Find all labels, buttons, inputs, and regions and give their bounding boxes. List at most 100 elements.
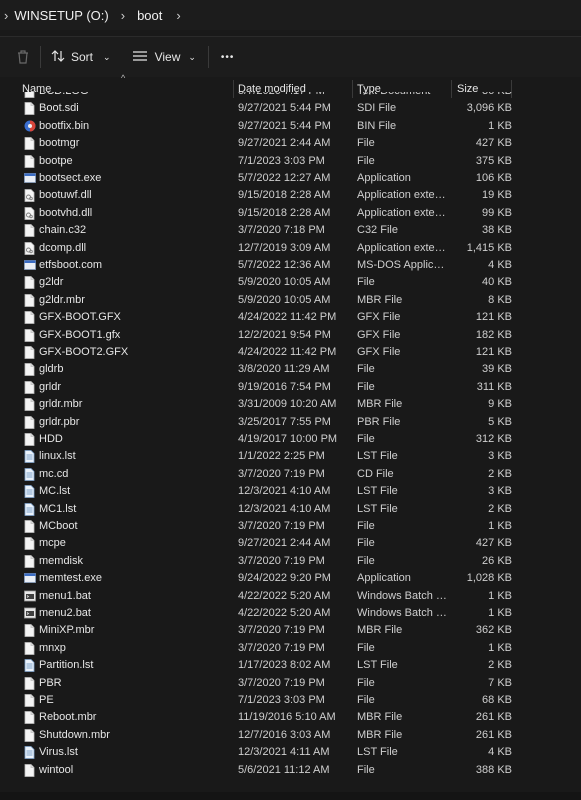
file-type: Application exten... (357, 206, 449, 219)
file-date: 12/3/2021 4:10 AM (238, 502, 331, 515)
chevron-right-icon[interactable]: › (176, 8, 180, 23)
breadcrumb-folder[interactable]: boot (137, 8, 162, 23)
file-date: 9/19/2016 7:54 PM (238, 380, 331, 393)
file-size: 4 KB (488, 259, 512, 271)
file-name: bootuwf.dll (39, 189, 92, 202)
file-name: MCboot (39, 520, 78, 532)
more-options-icon[interactable]: ••• (221, 52, 235, 63)
file-row[interactable]: PE 7/1/2023 3:03 PM File 68 KB (0, 692, 581, 709)
file-icon (24, 554, 35, 568)
file-name: Boot.sdi (39, 102, 79, 115)
file-row[interactable]: bootsect.exe 5/7/2022 12:27 AM Application… (0, 170, 581, 187)
file-row[interactable]: mnxp 3/7/2020 7:19 PM File 1 KB (0, 640, 581, 657)
list-file-icon (24, 450, 35, 464)
file-type: MS-DOS Applicati... (357, 259, 449, 271)
file-row[interactable]: mc.cd 3/7/2020 7:19 PM CD File 2 KB (0, 466, 581, 483)
file-row[interactable]: PBR 3/7/2020 7:19 PM File 7 KB (0, 675, 581, 692)
file-date: 5/6/2021 11:12 AM (238, 763, 330, 776)
file-name: MC1.lst (39, 502, 77, 515)
file-row[interactable]: MiniXP.mbr 3/7/2020 7:19 PM MBR File 362 KB (0, 622, 581, 639)
file-name: menu2.bat (39, 607, 91, 619)
breadcrumb-drive[interactable]: WINSETUP (O:) (14, 8, 108, 23)
list-file-icon (24, 746, 35, 760)
file-size: 9 KB (488, 398, 512, 411)
file-type: Windows Batch File (357, 607, 449, 619)
file-row[interactable]: memdisk 3/7/2020 7:19 PM File 26 KB (0, 553, 581, 570)
file-size: 362 KB (475, 624, 512, 637)
file-row[interactable]: bootvhd.dll 9/15/2018 2:28 AM Application … (0, 205, 581, 222)
file-row[interactable]: g2ldr.mbr 5/9/2020 10:05 AM MBR File 8 KB (0, 292, 581, 309)
file-row[interactable]: MC1.lst 12/3/2021 4:10 AM LST File 2 KB (0, 501, 581, 518)
file-date: 7/1/2023 3:03 PM (238, 154, 325, 167)
file-row[interactable]: Boot.sdi 9/27/2021 5:44 PM SDI File 3,096 K… (0, 100, 581, 117)
file-row[interactable]: dcomp.dll 12/7/2019 3:09 AM Application ex… (0, 240, 581, 257)
file-row[interactable]: mcpe 9/27/2021 2:44 AM File 427 KB (0, 535, 581, 552)
file-row[interactable]: GFX-BOOT1.gfx 12/2/2021 9:54 PM GFX File 18… (0, 327, 581, 344)
file-type: C32 File (357, 224, 398, 237)
file-name: GFX-BOOT1.gfx (39, 328, 121, 341)
file-row[interactable]: linux.lst 1/1/2022 2:25 PM LST File 3 KB (0, 448, 581, 465)
file-name: BCD.LOG (39, 92, 89, 100)
file-row[interactable]: grldr.mbr 3/31/2009 10:20 AM MBR File 9 KB (0, 396, 581, 413)
file-type: File (357, 694, 375, 706)
delete-icon[interactable] (16, 49, 30, 65)
file-icon (24, 433, 35, 446)
file-row[interactable]: MCboot 3/7/2020 7:19 PM File 1 KB (0, 518, 581, 535)
file-name: bootsect.exe (39, 172, 102, 184)
file-type: LST File (357, 659, 398, 672)
file-size: 36 KB (482, 92, 512, 100)
file-row[interactable]: bootmgr 9/27/2021 2:44 AM File 427 KB (0, 135, 581, 152)
file-row[interactable]: grldr 9/19/2016 7:54 PM File 311 KB (0, 379, 581, 396)
file-name: bootpe (39, 154, 73, 167)
file-row[interactable]: Reboot.mbr 11/19/2016 5:10 AM MBR File 261 … (0, 709, 581, 726)
file-row[interactable]: wintool 5/6/2021 11:12 AM File 388 KB (0, 762, 581, 779)
file-type: Text Document (357, 92, 449, 100)
sort-button[interactable]: Sort ⌄ (51, 49, 111, 66)
file-size: 1,415 KB (466, 241, 512, 254)
file-type: Application (357, 172, 411, 184)
file-row[interactable]: bootpe 7/1/2023 3:03 PM File 375 KB (0, 153, 581, 170)
file-type: LST File (357, 485, 398, 498)
file-row[interactable]: GFX-BOOT.GFX 4/24/2022 11:42 PM GFX File 12… (0, 309, 581, 326)
file-date: 3/7/2020 7:19 PM (238, 624, 325, 637)
file-row[interactable]: GFX-BOOT2.GFX 4/24/2022 11:42 PM GFX File 1… (0, 344, 581, 361)
file-row[interactable]: bootuwf.dll 9/15/2018 2:28 AM Application … (0, 187, 581, 204)
file-row[interactable]: bootfix.bin 9/27/2021 5:44 PM BIN File 1 KB (0, 118, 581, 135)
file-row[interactable]: menu2.bat 4/22/2022 5:20 AM Windows Batch … (0, 605, 581, 622)
file-row[interactable]: g2ldr 5/9/2020 10:05 AM File 40 KB (0, 274, 581, 291)
file-date: 5/9/2020 10:05 AM (238, 276, 331, 289)
chevron-right-icon[interactable]: › (4, 8, 8, 23)
file-row[interactable]: memtest.exe 9/24/2022 9:20 PM Application 1… (0, 570, 581, 587)
list-file-icon (24, 659, 35, 673)
file-date: 9/27/2021 5:44 PM (238, 119, 331, 132)
file-row[interactable]: Shutdown.mbr 12/7/2016 3:03 AM MBR File 261… (0, 727, 581, 744)
file-name: memdisk (39, 554, 84, 567)
file-date: 5/9/2020 10:05 AM (238, 293, 331, 306)
file-date: 7/1/2023 3:03 PM (238, 694, 325, 706)
view-button[interactable]: View ⌄ (132, 50, 196, 65)
file-row[interactable]: HDD 4/19/2017 10:00 PM File 312 KB (0, 431, 581, 448)
file-list: BCD.LOG 5/7/2020 7:17 PM Text Document 36 K… (0, 92, 581, 792)
breadcrumb: › WINSETUP (O:) › boot › (0, 0, 581, 30)
file-icon (24, 520, 35, 533)
list-file-icon (24, 485, 35, 499)
file-row[interactable]: chain.c32 3/7/2020 7:18 PM C32 File 38 KB (0, 222, 581, 239)
chevron-right-icon[interactable]: › (121, 8, 125, 23)
application-icon (24, 172, 36, 185)
file-size: 3 KB (488, 485, 512, 498)
file-size: 19 KB (482, 189, 512, 202)
file-row[interactable]: Virus.lst 12/3/2021 4:11 AM LST File 4 KB (0, 744, 581, 761)
file-date: 3/7/2020 7:18 PM (238, 224, 325, 237)
file-row[interactable]: grldr.pbr 3/25/2017 7:55 PM PBR File 5 KB (0, 414, 581, 431)
file-row[interactable]: MC.lst 12/3/2021 4:10 AM LST File 3 KB (0, 483, 581, 500)
file-size: 121 KB (475, 311, 512, 324)
file-date: 9/15/2018 2:28 AM (238, 189, 331, 202)
file-row[interactable]: menu1.bat 4/22/2022 5:20 AM Windows Batch … (0, 588, 581, 605)
file-row[interactable]: gldrb 3/8/2020 11:29 AM File 39 KB (0, 361, 581, 378)
file-row[interactable]: BCD.LOG 5/7/2020 7:17 PM Text Document 36 K… (0, 92, 581, 100)
file-name: grldr.mbr (39, 398, 83, 411)
file-name: grldr (39, 380, 62, 393)
file-row[interactable]: etfsboot.com 5/7/2022 12:36 AM MS-DOS Appl… (0, 257, 581, 274)
file-row[interactable]: Partition.lst 1/17/2023 8:02 AM LST File 2 … (0, 657, 581, 674)
file-icon (24, 537, 35, 551)
